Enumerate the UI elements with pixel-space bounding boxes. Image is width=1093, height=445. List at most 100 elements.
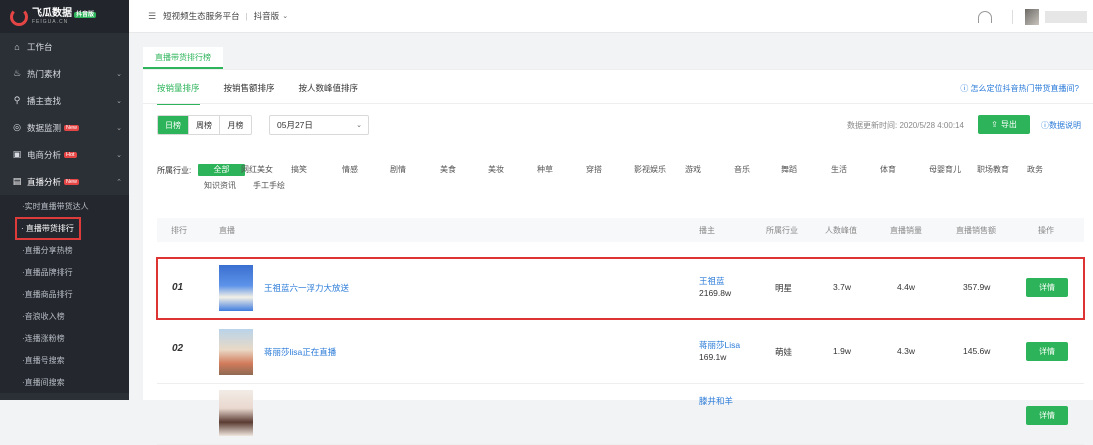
industry-option[interactable]: 剧情: [390, 164, 406, 176]
new-badge: New: [64, 124, 80, 131]
avatar[interactable]: [1025, 8, 1039, 25]
sort-tab-sales[interactable]: 按销量排序: [157, 82, 200, 105]
industry-option[interactable]: 政务: [1027, 164, 1043, 176]
host-name[interactable]: 蒋丽莎Lisa: [699, 339, 740, 351]
industry-option[interactable]: 种草: [537, 164, 553, 176]
industry-option[interactable]: 舞蹈: [781, 164, 797, 176]
submenu-live-sales-rank[interactable]: · 直播带货排行: [0, 216, 129, 240]
amount-cell: 145.6w: [963, 346, 991, 356]
help-link[interactable]: ⓘ 怎么定位抖音热门带货直播间?: [960, 83, 1079, 94]
industry-option[interactable]: 手工手绘: [253, 180, 285, 192]
submenu-live-brand[interactable]: · 直播品牌排行: [0, 261, 129, 283]
live-submenu: · 实时直播带货达人 · 直播带货排行 · 直播分享热榜 · 直播品牌排行 · …: [0, 195, 129, 393]
industry-option[interactable]: 生活: [831, 164, 847, 176]
ranking-table: 排行 直播 播主 所属行业 人数峰值 直播销量 直播销售额 操作 01 王祖蓝六…: [156, 218, 1085, 445]
table-header: 排行 直播 播主 所属行业 人数峰值 直播销量 直播销售额 操作: [157, 218, 1084, 242]
username-blurred[interactable]: [1045, 10, 1087, 23]
table-row[interactable]: 02 蒋丽莎lisa正在直播 蒋丽莎Lisa 169.1w 萌娃 1.9w 4.…: [157, 319, 1084, 384]
export-icon: ⇪: [991, 120, 998, 129]
live-icon: ▤: [12, 176, 22, 186]
industry-option[interactable]: 情感: [342, 164, 358, 176]
sort-tab-amount[interactable]: 按销售额排序: [224, 82, 275, 105]
sidebar-item-workbench[interactable]: ⌂ 工作台: [0, 33, 129, 60]
industry-label: 所属行业:: [157, 166, 192, 175]
live-cover-image[interactable]: [219, 329, 253, 375]
industry-option[interactable]: 游戏: [685, 164, 701, 176]
sidebar-item-live[interactable]: ▤ 直播分析 New ⌃: [0, 168, 129, 195]
sales-cell: 4.4w: [897, 282, 915, 292]
live-cover-image[interactable]: [219, 390, 253, 436]
host-name[interactable]: 王祖蓝: [699, 275, 725, 287]
rank: 02: [172, 343, 184, 354]
period-daily[interactable]: 日榜: [158, 116, 189, 134]
data-note-link[interactable]: ⓘ数据说明: [1041, 120, 1081, 131]
update-time: 数据更新时间: 2020/5/28 4:00:14: [847, 121, 964, 130]
tab-live-sales-rank[interactable]: 直播带货排行榜: [143, 47, 223, 69]
industry-option[interactable]: 搞笑: [291, 164, 307, 176]
sidebar-item-ecommerce[interactable]: ▣ 电商分析 Hot ⌄: [0, 141, 129, 168]
peak-cell: 3.7w: [833, 282, 851, 292]
live-title[interactable]: 蒋丽莎lisa正在直播: [264, 346, 336, 358]
live-title[interactable]: 王祖蓝六一浮力大放送: [264, 282, 349, 294]
feigua-logo-icon: [10, 7, 28, 26]
host-fans: 2169.8w: [699, 288, 732, 298]
search-icon: ⚲: [13, 95, 21, 105]
industry-option[interactable]: 体育: [880, 164, 896, 176]
peak-cell: 1.9w: [833, 346, 851, 356]
industry-option[interactable]: 影视娱乐: [634, 164, 666, 176]
submenu-income[interactable]: · 音浪收入榜: [0, 305, 129, 327]
industry-option[interactable]: 网红美女: [241, 164, 273, 176]
home-icon: ⌂: [14, 41, 20, 52]
period-weekly[interactable]: 周榜: [189, 116, 220, 134]
industry-option[interactable]: 穿搭: [586, 164, 602, 176]
submenu-fans[interactable]: · 连播涨粉榜: [0, 327, 129, 349]
shop-icon: ▣: [12, 149, 22, 159]
submenu-live-goods[interactable]: · 直播商品排行: [0, 283, 129, 305]
sidebar-item-host-search[interactable]: ⚲ 播主查找 ⌄: [0, 87, 129, 114]
main-content: 按销量排序 按销售额排序 按人数峰值排序 ⓘ 怎么定位抖音热门带货直播间? 日榜…: [143, 69, 1093, 445]
industry-option[interactable]: 美食: [440, 164, 456, 176]
chevron-up-icon: ⌃: [116, 178, 122, 186]
separator: |: [245, 11, 248, 21]
chevron-down-icon: ⌄: [116, 97, 122, 105]
sort-tabs: 按销量排序 按销售额排序 按人数峰值排序: [157, 82, 358, 105]
detail-button[interactable]: 详情: [1026, 278, 1068, 297]
industry-option[interactable]: 母婴育儿: [929, 164, 961, 176]
hot-badge: Hot: [64, 151, 77, 158]
live-cover-image[interactable]: [219, 265, 253, 311]
industry-option[interactable]: 全部: [198, 164, 245, 176]
submenu-realtime-live[interactable]: · 实时直播带货达人: [0, 195, 129, 217]
fire-icon: ♨: [12, 68, 22, 78]
chevron-down-icon: ⌄: [356, 122, 362, 129]
headset-icon[interactable]: [978, 10, 992, 23]
chevron-down-icon: ⌄: [116, 151, 122, 159]
chevron-down-icon: ⌄: [282, 13, 289, 20]
monitor-icon: ◎: [13, 122, 21, 132]
industry-option[interactable]: 知识资讯: [204, 180, 236, 192]
new-badge: New: [64, 178, 80, 185]
industry-option[interactable]: 职场教育: [977, 164, 1009, 176]
host-name[interactable]: 滕井和羊: [699, 395, 733, 407]
export-button[interactable]: ⇪ 导出: [978, 115, 1030, 134]
sidebar-item-monitor[interactable]: ◎ 数据监测 New ⌄: [0, 114, 129, 141]
detail-button[interactable]: 详情: [1026, 406, 1068, 425]
industry-option[interactable]: 美妆: [488, 164, 504, 176]
submenu-live-share[interactable]: · 直播分享热榜: [0, 239, 129, 261]
submenu-live-account-search[interactable]: · 直播号搜索: [0, 349, 129, 371]
menu-icon[interactable]: ☰: [148, 11, 156, 22]
sort-tab-peak[interactable]: 按人数峰值排序: [299, 82, 359, 105]
brand-logo[interactable]: 飞瓜数据 抖音版 FEIGUA.CN: [0, 0, 129, 33]
table-row[interactable]: 滕井和羊 详情: [157, 384, 1084, 445]
sidebar-item-hot-material[interactable]: ♨ 热门素材 ⌄: [0, 60, 129, 87]
question-icon: ⓘ: [1041, 121, 1049, 130]
date-select[interactable]: 05月27日 ⌄: [269, 115, 369, 135]
submenu-live-room-search[interactable]: · 直播间搜索: [0, 371, 129, 393]
brand-sub: FEIGUA.CN: [32, 18, 69, 25]
industry-option[interactable]: 音乐: [734, 164, 750, 176]
chevron-down-icon: ⌄: [116, 70, 122, 78]
divider: [1012, 9, 1013, 24]
detail-button[interactable]: 详情: [1026, 342, 1068, 361]
period-monthly[interactable]: 月榜: [220, 116, 251, 134]
table-row[interactable]: 01 王祖蓝六一浮力大放送 王祖蓝 2169.8w 明星 3.7w 4.4w 3…: [156, 257, 1085, 320]
version-switch[interactable]: 抖音版: [254, 10, 280, 22]
